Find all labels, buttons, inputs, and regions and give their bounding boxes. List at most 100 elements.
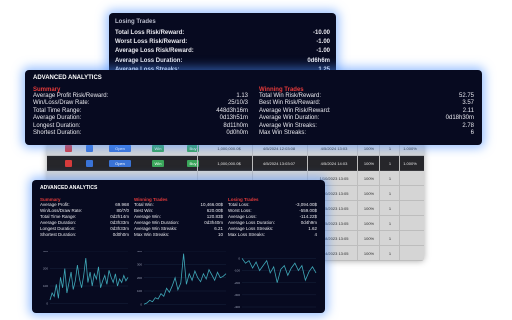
table-row[interactable]: Open Win Buy 1,000,000.0$ 4/5/2024 13:03:07 4… <box>47 156 424 171</box>
y-tick-label: -400 <box>234 305 240 309</box>
cell-qty: 1 <box>388 161 392 166</box>
cell-qty: 1 <box>388 176 392 181</box>
y-tick-label: 100 <box>137 289 142 293</box>
metric-value: 0d6h6m <box>307 57 330 64</box>
metric-label: Average Win Streaks: <box>259 122 317 129</box>
small-analytics-panel: ADVANCED ANALYTICS Summary Average Profi… <box>32 180 325 313</box>
summary-column: Summary Average Profit Risk/Reward: 1.13 W… <box>33 87 248 137</box>
cell-pct: 100% <box>363 176 375 181</box>
cell-open-date: 4/5/2024 13:03:07 <box>262 161 296 166</box>
winning-row-best-win-risk-reward: Best Win Risk/Reward: 3.57 <box>259 100 474 107</box>
cell-qty: 1 <box>388 191 392 196</box>
summary-row-total-time-range: Total Time Range: 448d3h16m <box>33 108 248 115</box>
metric-value: 2.78 <box>462 122 474 129</box>
metric-label: Shortest Duration: <box>33 130 82 137</box>
metric-label: Total Time Range: <box>33 107 82 114</box>
y-tick-label: 300 <box>137 263 142 267</box>
metric-label: Average Profit Risk/Reward: <box>33 93 109 99</box>
metric-label: Average Loss Duration: <box>115 57 183 64</box>
result-badge: Win <box>152 145 164 152</box>
cell-pct: 100% <box>363 206 375 211</box>
winning-column: Winning Trades Total Win Risk/Reward: 52.… <box>259 87 474 137</box>
metric-value: -10.00 <box>312 30 330 36</box>
summary-row-longest-duration: Longest Duration: 8d11h0m <box>33 123 248 130</box>
cell-pct: 100% <box>363 191 375 196</box>
y-tick-label: -300 <box>234 293 240 297</box>
cell-value: 1,000,000.0$ <box>217 161 241 166</box>
metric-value: 0d0h0m <box>112 232 129 238</box>
y-tick-label: 0 <box>140 303 142 307</box>
winning-row-max-win-streaks: Max Win Streaks: 6 <box>259 130 474 137</box>
summary-row-shortest-duration: Shortest Duration: 0d0h0m <box>33 130 248 137</box>
metric-label: Max Win Streaks: <box>134 232 170 238</box>
column-divider <box>399 141 400 261</box>
cell-qty: 1 <box>388 236 392 241</box>
losing-trades-title: Losing Trades <box>115 19 156 25</box>
cell-qty: 1 <box>388 206 392 211</box>
summary-row-win-loss-draw-rate: Win/Loss/Draw Rate: 25/10/3 <box>33 100 248 107</box>
metric-value: -1.00 <box>316 39 330 46</box>
edit-button[interactable] <box>86 145 93 152</box>
metric-value: 0d0h0m <box>226 130 248 137</box>
small-losing-column: Losing Trades Total Loss: -3,094.00$ Worst… <box>228 197 317 239</box>
small-summary-column: Summary Average Profit: 69.968 Win/Loss/Dr… <box>40 197 129 239</box>
summary-row-average-profit-risk-reward: Average Profit Risk/Reward: 1.13 <box>33 93 248 100</box>
cell-pct: 100% <box>363 161 375 166</box>
metric-value: 4 <box>314 232 317 238</box>
metric-value: 6 <box>470 130 474 137</box>
open-button[interactable]: Open <box>109 145 131 152</box>
series-line <box>143 253 227 305</box>
metric-label: Max Win Streaks: <box>259 130 307 137</box>
y-tick-label: 400 <box>137 251 142 253</box>
open-button[interactable]: Open <box>109 160 131 167</box>
cell-extra: 1.000% <box>403 161 417 166</box>
metric-value: -1.00 <box>316 48 330 55</box>
cell-extra <box>399 216 421 231</box>
result-badge: Win <box>152 160 164 167</box>
cell-pct: 100% <box>363 251 375 256</box>
small-winning-row-max-win-streaks: Max Win Streaks: 10 <box>134 232 223 238</box>
y-tick-label: 300 <box>43 251 48 253</box>
series-line <box>49 257 129 301</box>
y-tick-label: 100 <box>43 284 48 288</box>
small-losing-row-max-loss-streaks: Max Loss Streaks: 4 <box>228 232 317 238</box>
y-tick-label: -100 <box>234 269 240 273</box>
metric-label: Average Duration: <box>33 115 82 122</box>
cell-pct: 100% <box>363 221 375 226</box>
small-winning-column: Winning Trades Total Win: 10,466.00$ Best … <box>134 197 223 239</box>
metric-label: Shortest Duration: <box>40 232 77 238</box>
column-divider <box>379 141 380 261</box>
cell-extra <box>399 201 421 216</box>
cell-pct: 100% <box>363 236 375 241</box>
metric-value: 10 <box>217 232 223 238</box>
y-tick-label: 200 <box>43 267 48 271</box>
metric-value: 8d11h0m <box>223 122 248 129</box>
metric-label: Max Loss Streaks: <box>228 232 266 238</box>
losing-row-worst-loss-risk-reward: Worst Loss Risk/Reward: -1.00 <box>115 38 330 47</box>
winning-row-average-win-streaks: Average Win Streaks: 2.78 <box>259 123 474 130</box>
cell-qty: 1 <box>388 221 392 226</box>
y-tick-label: 200 <box>137 276 142 280</box>
advanced-analytics-panel: ADVANCED ANALYTICS Summary Average Profi… <box>25 70 482 145</box>
chart-2: 400 300 200 100 0 <box>137 251 227 307</box>
metric-value: 0d13h51m <box>219 115 248 122</box>
metric-label: Best Win Risk/Reward: <box>259 100 321 107</box>
cell-extra <box>399 231 421 246</box>
cell-extra <box>399 246 421 261</box>
losing-row-average-loss-duration: Average Loss Duration: 0d6h6m <box>115 57 330 66</box>
summary-row-average-duration: Average Duration: 0d13h51m <box>33 115 248 122</box>
delete-button[interactable] <box>65 160 72 167</box>
delete-button[interactable] <box>65 145 72 152</box>
metric-value: 25/10/3 <box>227 100 248 107</box>
edit-button[interactable] <box>86 160 93 167</box>
small-panel-title: ADVANCED ANALYTICS <box>40 185 98 191</box>
metric-label: Average Win Risk/Reward: <box>259 107 331 114</box>
panel-title: ADVANCED ANALYTICS <box>33 75 102 81</box>
metric-label: Win/Loss/Draw Rate: <box>33 100 90 107</box>
metric-label: Longest Duration: <box>33 122 81 129</box>
metric-label: Worst Loss Risk/Reward: <box>115 39 188 46</box>
cell-close-date: 4/5/2024 14:03 <box>320 161 348 166</box>
losing-row-total-loss-risk-reward: Total Loss Risk/Reward: -10.00 <box>115 29 330 38</box>
metric-label: Average Loss Risk/Reward: <box>115 48 194 55</box>
small-summary-row-shortest-duration: Shortest Duration: 0d0h0m <box>40 232 129 238</box>
